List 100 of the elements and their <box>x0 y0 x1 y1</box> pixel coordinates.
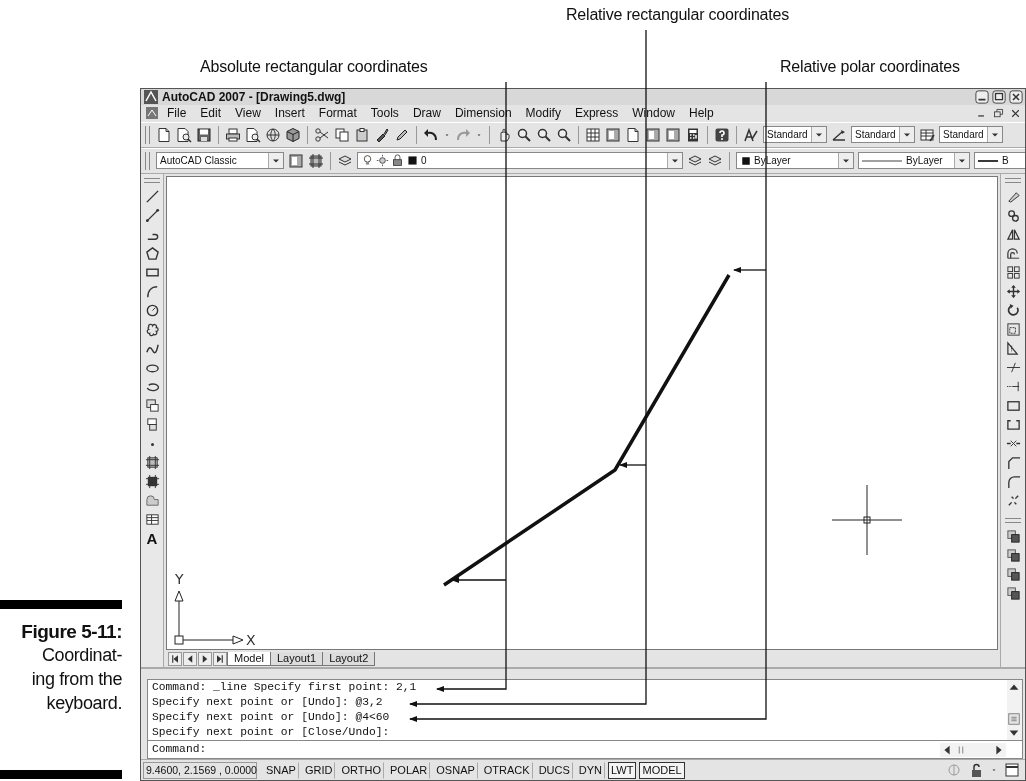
chamfer-icon[interactable] <box>1005 454 1021 470</box>
scale-icon[interactable] <box>1005 321 1021 337</box>
linetype-dropdown[interactable]: ByLayer <box>858 152 970 170</box>
callout-label: Absolute rectangular coordinates <box>200 58 428 76</box>
page-icon[interactable] <box>625 126 641 143</box>
menu-item[interactable]: Draw <box>405 106 448 121</box>
move-icon[interactable] <box>1005 283 1021 299</box>
menu-item[interactable]: View <box>228 106 268 121</box>
layout-tab[interactable]: Model <box>227 651 271 666</box>
magnifier-icon[interactable] <box>536 126 552 143</box>
menu-item[interactable]: Modify <box>518 106 568 121</box>
ray-icon[interactable] <box>144 207 160 223</box>
rotate-icon[interactable] <box>1005 302 1021 318</box>
pentagon-icon[interactable] <box>144 245 160 261</box>
block-make-icon[interactable] <box>144 416 160 432</box>
circles-icon[interactable] <box>1005 207 1021 223</box>
status-toggle[interactable]: ORTHO <box>338 761 384 779</box>
grid-icon[interactable] <box>585 126 601 143</box>
offset-icon[interactable] <box>1005 245 1021 261</box>
menu-item[interactable]: File <box>160 106 194 121</box>
stacked-squares-icon[interactable] <box>1005 585 1021 601</box>
drawing-canvas[interactable]: Y X <box>166 175 998 651</box>
menu-item[interactable]: Tools <box>363 106 406 121</box>
arc-icon[interactable] <box>144 283 160 299</box>
panel-icon[interactable] <box>665 126 681 143</box>
workspace-dropdown[interactable]: AutoCAD Classic <box>156 152 284 170</box>
array-icon[interactable] <box>1005 264 1021 280</box>
layer-dropdown[interactable]: 0 <box>357 152 683 170</box>
window-title: AutoCAD 2007 - [Drawing5.dwg] <box>162 90 346 104</box>
printer-icon[interactable] <box>225 126 241 143</box>
style-dropdown[interactable]: Standard <box>851 126 915 144</box>
status-toggle[interactable]: LWT <box>608 761 637 779</box>
status-toggle[interactable]: OSNAP <box>433 761 478 779</box>
stacked-squares-icon[interactable] <box>1005 528 1021 544</box>
text-style-icon[interactable] <box>743 126 759 143</box>
stacked-squares-icon[interactable] <box>1005 547 1021 563</box>
calculator-icon[interactable] <box>685 126 701 143</box>
style-dropdown[interactable]: Standard <box>939 126 1003 144</box>
right-arrow-button[interactable] <box>198 651 212 666</box>
scroll-thumb[interactable] <box>1007 712 1021 727</box>
table-style-icon[interactable] <box>919 126 935 143</box>
restore-button[interactable] <box>992 106 1005 120</box>
stretch-icon[interactable] <box>1005 340 1021 356</box>
left-arrow-button[interactable] <box>183 651 197 666</box>
circle-icon[interactable] <box>144 302 160 318</box>
status-toggle[interactable]: OTRACK <box>480 761 533 779</box>
cube-icon[interactable] <box>285 126 301 143</box>
style-dropdown[interactable]: Standard <box>763 126 827 144</box>
copy-icon[interactable] <box>334 126 350 143</box>
menu-item[interactable]: Format <box>311 106 364 121</box>
minimize-button[interactable] <box>975 90 989 104</box>
close-button[interactable] <box>1009 90 1023 104</box>
menu-item[interactable]: Edit <box>193 106 229 121</box>
document-logo-icon[interactable] <box>144 105 160 122</box>
menu-item[interactable]: Insert <box>267 106 312 121</box>
stacked-squares-icon[interactable] <box>1005 566 1021 582</box>
block-insert-icon[interactable] <box>144 397 160 413</box>
gradient-icon[interactable] <box>144 473 160 489</box>
layout-tab[interactable]: Layout1 <box>269 651 324 666</box>
status-toggle[interactable]: MODEL <box>639 761 685 779</box>
status-toggle[interactable]: SNAP <box>263 761 299 779</box>
scrollbar[interactable] <box>1007 680 1022 741</box>
status-toggle[interactable]: DUCS <box>535 761 573 779</box>
table-icon[interactable] <box>144 511 160 527</box>
page-magnifier-icon[interactable] <box>176 126 192 143</box>
clipboard-icon[interactable] <box>354 126 370 143</box>
last-arrow-button[interactable] <box>213 651 227 666</box>
panel-icon[interactable] <box>605 126 621 143</box>
hatch-icon[interactable] <box>144 454 160 470</box>
magnifier-icon[interactable] <box>516 126 532 143</box>
text-tool-button[interactable]: A <box>146 530 158 547</box>
page-icon[interactable] <box>156 126 172 143</box>
menu-item[interactable]: Express <box>567 106 626 121</box>
brush-icon[interactable] <box>374 126 390 143</box>
panel-icon[interactable] <box>645 126 661 143</box>
page-magnifier-icon[interactable] <box>245 126 261 143</box>
first-arrow-button[interactable] <box>168 651 182 666</box>
status-toggle[interactable]: DYN <box>575 761 606 779</box>
cloud-icon[interactable] <box>144 321 160 337</box>
command-prompt[interactable]: Command: <box>148 742 207 758</box>
sun-icon <box>376 154 389 168</box>
scissors-icon[interactable] <box>314 126 330 143</box>
command-line: Specify next point or [Undo]: @3,2 <box>152 695 384 711</box>
menu-item[interactable]: Help <box>682 106 721 121</box>
magnifier-icon[interactable] <box>556 126 572 143</box>
lightbulb-icon <box>361 154 374 168</box>
grid-icon[interactable] <box>308 152 324 169</box>
clean-screen-icon[interactable] <box>1004 762 1020 779</box>
globe-icon[interactable] <box>265 126 281 143</box>
figure-number: Figure 5-11: <box>21 621 122 643</box>
status-toggle[interactable]: GRID <box>301 761 336 779</box>
status-toggle[interactable]: POLAR <box>387 761 431 779</box>
fillet-icon[interactable] <box>1005 473 1021 489</box>
layout-tab[interactable]: Layout2 <box>322 651 376 666</box>
line-icon[interactable] <box>144 188 160 204</box>
help-icon[interactable] <box>714 126 730 143</box>
maximize-button[interactable] <box>992 90 1006 104</box>
scrollbar[interactable] <box>940 742 1006 757</box>
region-icon[interactable] <box>144 492 160 508</box>
lineweight-dropdown[interactable]: B <box>974 152 1025 170</box>
